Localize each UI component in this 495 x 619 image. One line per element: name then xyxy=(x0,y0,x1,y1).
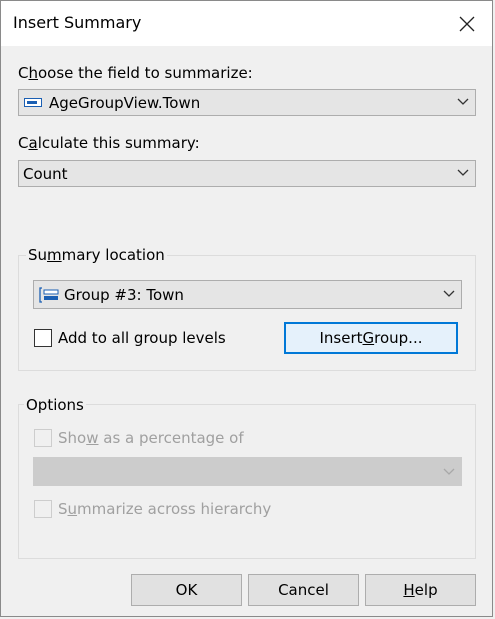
field-select[interactable]: AgeGroupView.Town xyxy=(18,89,476,116)
summarize-hierarchy-label: Summarize across hierarchy xyxy=(58,500,272,518)
dialog-title: Insert Summary xyxy=(13,13,142,32)
chevron-down-icon xyxy=(443,468,455,475)
group-icon xyxy=(39,287,59,303)
summarize-hierarchy-checkbox[interactable] xyxy=(34,500,52,518)
add-all-levels-label: Add to all group levels xyxy=(58,329,226,347)
location-value: Group #3: Town xyxy=(64,286,184,304)
show-percentage-label: Show as a percentage of xyxy=(58,429,244,447)
calc-select[interactable]: Count xyxy=(18,160,476,187)
calc-label: Calculate this summary: xyxy=(18,134,200,152)
add-all-levels-checkbox[interactable] xyxy=(34,329,52,347)
title-bar: Insert Summary xyxy=(1,1,492,46)
cancel-button[interactable]: Cancel xyxy=(248,574,359,606)
close-button[interactable] xyxy=(447,5,487,43)
options-label: Options xyxy=(24,396,86,414)
insert-group-button[interactable]: Insert Group... xyxy=(284,322,458,354)
chevron-down-icon xyxy=(443,290,455,297)
chevron-down-icon xyxy=(457,169,469,176)
location-select[interactable]: Group #3: Town xyxy=(33,280,462,309)
field-icon xyxy=(24,98,42,107)
insert-summary-dialog: Insert Summary Choose the field to summa… xyxy=(0,0,493,617)
percentage-of-select[interactable] xyxy=(33,457,462,486)
field-label: Choose the field to summarize: xyxy=(18,64,253,82)
calc-value: Count xyxy=(23,165,68,183)
show-percentage-checkbox[interactable] xyxy=(34,429,52,447)
help-button[interactable]: Help xyxy=(365,574,476,606)
chevron-down-icon xyxy=(457,98,469,105)
ok-button[interactable]: OK xyxy=(131,574,242,606)
field-value: AgeGroupView.Town xyxy=(49,94,201,112)
summary-location-label: Summary location xyxy=(26,246,167,264)
close-icon xyxy=(459,16,475,32)
